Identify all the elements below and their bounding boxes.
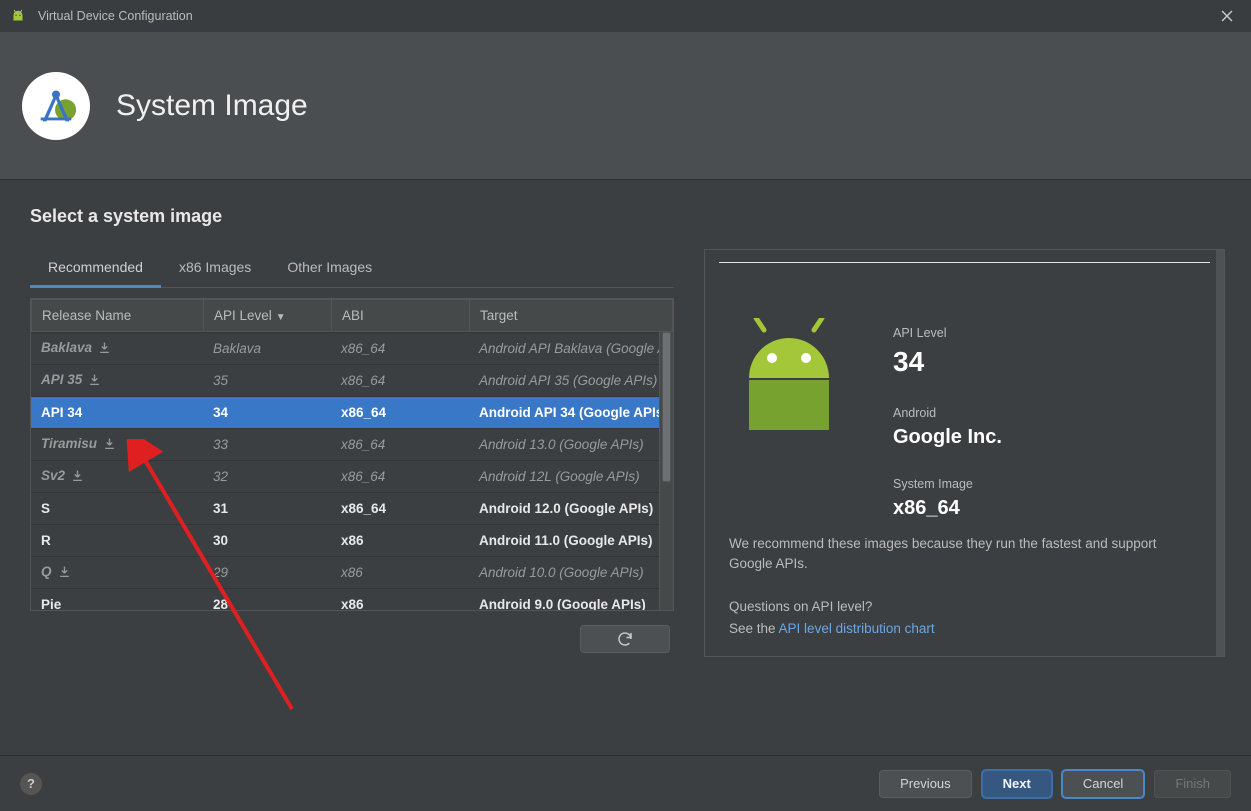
release-name-cell: API 35 bbox=[31, 365, 203, 397]
table-row[interactable]: BaklavaBaklavax86_64Android API Baklava … bbox=[31, 333, 673, 365]
next-button[interactable]: Next bbox=[982, 770, 1052, 798]
target-cell: Android API 35 (Google APIs) bbox=[469, 365, 673, 397]
api-level-cell: 33 bbox=[203, 429, 331, 461]
api-level-label: API Level bbox=[893, 326, 1200, 340]
table-row[interactable]: Sv232x86_64Android 12L (Google APIs) bbox=[31, 461, 673, 493]
close-button[interactable] bbox=[1213, 2, 1241, 30]
download-icon[interactable] bbox=[58, 565, 71, 581]
table-row[interactable]: S31x86_64Android 12.0 (Google APIs) bbox=[31, 493, 673, 525]
api-level-cell: Baklava bbox=[203, 333, 331, 365]
tab-other-images[interactable]: Other Images bbox=[269, 249, 390, 287]
finish-button[interactable]: Finish bbox=[1154, 770, 1231, 798]
refresh-icon bbox=[616, 630, 634, 648]
api-level-cell: 29 bbox=[203, 557, 331, 589]
api-level-cell: 30 bbox=[203, 525, 331, 557]
release-name-cell: Pie bbox=[31, 589, 203, 611]
api-level-cell: 28 bbox=[203, 589, 331, 611]
window: Virtual Device Configuration System Imag… bbox=[0, 0, 1251, 811]
recommend-text: We recommend these images because they r… bbox=[729, 534, 1200, 575]
previous-button[interactable]: Previous bbox=[879, 770, 972, 798]
download-icon[interactable] bbox=[98, 341, 111, 357]
column-header[interactable]: API Level▼ bbox=[204, 300, 332, 332]
release-name-cell: API 34 bbox=[31, 397, 203, 429]
download-icon[interactable] bbox=[88, 373, 101, 389]
sort-desc-icon: ▼ bbox=[276, 312, 286, 323]
tabs: Recommendedx86 ImagesOther Images bbox=[30, 249, 674, 288]
target-cell: Android 12L (Google APIs) bbox=[469, 461, 673, 493]
table-row[interactable]: Q29x86Android 10.0 (Google APIs) bbox=[31, 557, 673, 589]
api-level-value: 34 bbox=[893, 346, 1200, 378]
target-cell: Android API 34 (Google APIs) bbox=[469, 397, 673, 429]
android-studio-logo bbox=[22, 72, 90, 140]
api-level-cell: 35 bbox=[203, 365, 331, 397]
abi-cell: x86 bbox=[331, 589, 469, 611]
page-title: System Image bbox=[116, 89, 308, 123]
abi-cell: x86_64 bbox=[331, 461, 469, 493]
api-level-cell: 31 bbox=[203, 493, 331, 525]
tab-x86-images[interactable]: x86 Images bbox=[161, 249, 269, 287]
table-row[interactable]: API 3434x86_64Android API 34 (Google API… bbox=[31, 397, 673, 429]
body: Select a system image Recommendedx86 Ima… bbox=[0, 180, 1251, 755]
target-cell: Android 13.0 (Google APIs) bbox=[469, 429, 673, 461]
abi-cell: x86_64 bbox=[331, 429, 469, 461]
abi-cell: x86_64 bbox=[331, 493, 469, 525]
image-table: Release NameAPI Level▼ABITarget BaklavaB… bbox=[30, 298, 674, 611]
detail-panel: API Level 34 Android Google Inc. System … bbox=[704, 249, 1225, 657]
abi-cell: x86_64 bbox=[331, 397, 469, 429]
table-row[interactable]: Pie28x86Android 9.0 (Google APIs) bbox=[31, 589, 673, 611]
target-cell: Android 11.0 (Google APIs) bbox=[469, 525, 673, 557]
platform-label: Android bbox=[893, 406, 1200, 420]
vendor-value: Google Inc. bbox=[893, 426, 1200, 449]
cancel-button[interactable]: Cancel bbox=[1062, 770, 1144, 798]
column-header[interactable]: Release Name bbox=[32, 300, 204, 332]
release-name-cell: Tiramisu bbox=[31, 429, 203, 461]
content: Recommendedx86 ImagesOther Images Releas… bbox=[30, 249, 1225, 657]
release-name-cell: Sv2 bbox=[31, 461, 203, 493]
left-panel: Recommendedx86 ImagesOther Images Releas… bbox=[30, 249, 674, 653]
release-name-cell: R bbox=[31, 525, 203, 557]
table-scrollbar[interactable] bbox=[659, 332, 673, 610]
column-header[interactable]: ABI bbox=[332, 300, 470, 332]
section-title: Select a system image bbox=[30, 206, 1225, 227]
abi-cell: x86 bbox=[331, 557, 469, 589]
android-icon bbox=[10, 8, 26, 24]
release-name-cell: Baklava bbox=[31, 333, 203, 365]
android-logo bbox=[729, 318, 849, 530]
table-row[interactable]: API 3535x86_64Android API 35 (Google API… bbox=[31, 365, 673, 397]
api-level-cell: 34 bbox=[203, 397, 331, 429]
sysimg-value: x86_64 bbox=[893, 497, 1200, 520]
abi-cell: x86_64 bbox=[331, 365, 469, 397]
abi-cell: x86 bbox=[331, 525, 469, 557]
table-row[interactable]: Tiramisu33x86_64Android 13.0 (Google API… bbox=[31, 429, 673, 461]
refresh-button[interactable] bbox=[580, 625, 670, 653]
target-cell: Android 10.0 (Google APIs) bbox=[469, 557, 673, 589]
table-row[interactable]: R30x86Android 11.0 (Google APIs) bbox=[31, 525, 673, 557]
spec: API Level 34 Android Google Inc. System … bbox=[893, 318, 1200, 530]
footer: ? Previous Next Cancel Finish bbox=[0, 755, 1251, 811]
target-cell: Android 12.0 (Google APIs) bbox=[469, 493, 673, 525]
header-banner: System Image bbox=[0, 32, 1251, 180]
api-level-cell: 32 bbox=[203, 461, 331, 493]
release-name-cell: S bbox=[31, 493, 203, 525]
abi-cell: x86_64 bbox=[331, 333, 469, 365]
tab-recommended[interactable]: Recommended bbox=[30, 249, 161, 287]
download-icon[interactable] bbox=[71, 469, 84, 485]
target-cell: Android 9.0 (Google APIs) bbox=[469, 589, 673, 611]
help-button[interactable]: ? bbox=[20, 773, 42, 795]
chart-link-line: See the API level distribution chart bbox=[729, 619, 1200, 639]
window-title: Virtual Device Configuration bbox=[38, 9, 193, 23]
titlebar: Virtual Device Configuration bbox=[0, 0, 1251, 32]
column-header[interactable]: Target bbox=[470, 300, 673, 332]
target-cell: Android API Baklava (Google APIs) bbox=[469, 333, 673, 365]
download-icon[interactable] bbox=[103, 437, 116, 453]
sysimg-label: System Image bbox=[893, 477, 1200, 491]
scrollbar-thumb[interactable] bbox=[662, 332, 671, 482]
release-name-cell: Q bbox=[31, 557, 203, 589]
questions-text: Questions on API level? bbox=[729, 597, 1200, 617]
distribution-chart-link[interactable]: API level distribution chart bbox=[779, 621, 935, 636]
